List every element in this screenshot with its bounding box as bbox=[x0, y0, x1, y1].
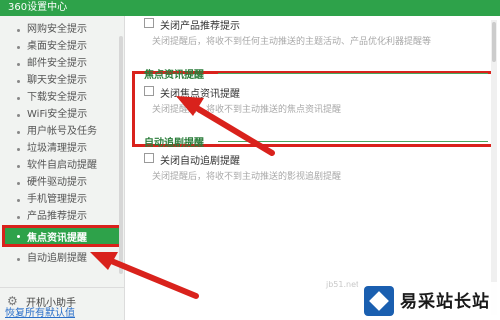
sidebar-item-label: 焦点资讯提醒 bbox=[27, 233, 87, 244]
sidebar-item-phone[interactable]: 手机管理提示 bbox=[0, 191, 124, 208]
restore-defaults-link[interactable]: 恢复所有默认值 bbox=[5, 304, 75, 319]
settings-panel: 关闭产品推荐提示 关闭提醒后，将收不到任何主动推送的主题活动、产品优化利器提醒等… bbox=[126, 16, 500, 320]
bullet-icon bbox=[17, 80, 20, 83]
bullet-icon bbox=[17, 216, 20, 219]
product-option-checkbox[interactable] bbox=[144, 18, 154, 28]
window-title: 360设置中心 bbox=[8, 2, 68, 13]
sidebar-item-label: 网购安全提示 bbox=[27, 24, 87, 35]
product-option-label: 关闭产品推荐提示 bbox=[160, 21, 240, 32]
sidebar-item-label: 下载安全提示 bbox=[27, 92, 87, 103]
sidebar-item-autostart[interactable]: 软件自启动提醒 bbox=[0, 157, 124, 174]
sidebar-item-wifi[interactable]: WiFi安全提示 bbox=[0, 106, 124, 123]
sidebar-item-label: 硬件驱动提示 bbox=[27, 177, 87, 188]
focus-section-divider bbox=[218, 73, 488, 74]
site-logo-icon bbox=[364, 286, 394, 316]
bullet-icon bbox=[17, 46, 20, 49]
focus-section-title: 焦点资讯提醒 bbox=[144, 70, 204, 81]
bullet-icon bbox=[17, 165, 20, 168]
drama-section-title: 自动追剧提醒 bbox=[144, 138, 204, 149]
focus-option-checkbox[interactable] bbox=[144, 86, 154, 96]
title-bar: 360设置中心 bbox=[0, 0, 500, 16]
sidebar-item-download[interactable]: 下载安全提示 bbox=[0, 89, 124, 106]
sidebar-item-label: 产品推荐提示 bbox=[27, 211, 87, 222]
drama-option-label: 关闭自动追剧提醒 bbox=[160, 156, 240, 167]
bullet-icon bbox=[17, 235, 20, 238]
watermark-text: 易采站长站 bbox=[400, 292, 490, 312]
sidebar-item-online-shopping[interactable]: 网购安全提示 bbox=[0, 21, 124, 38]
bullet-icon bbox=[17, 63, 20, 66]
bullet-icon bbox=[17, 131, 20, 134]
sidebar-item-product[interactable]: 产品推荐提示 bbox=[0, 208, 124, 225]
drama-section-divider bbox=[218, 141, 488, 142]
site-watermark: 易采站长站 bbox=[358, 282, 500, 320]
sidebar-scrollbar[interactable] bbox=[119, 36, 123, 274]
sidebar-item-label: 用户帐号及任务 bbox=[27, 126, 97, 137]
sidebar-item-label: 软件自启动提醒 bbox=[27, 160, 97, 171]
sidebar-item-label: 聊天安全提示 bbox=[27, 75, 87, 86]
sidebar-item-drama[interactable]: 自动追剧提醒 bbox=[0, 250, 124, 267]
bullet-icon bbox=[17, 182, 20, 185]
sidebar-item-mail[interactable]: 邮件安全提示 bbox=[0, 55, 124, 72]
sidebar-item-account[interactable]: 用户帐号及任务 bbox=[0, 123, 124, 140]
focus-option-desc: 关闭提醒后，将收不到主动推送的焦点资讯提醒 bbox=[152, 105, 342, 115]
sidebar: 网购安全提示 桌面安全提示 邮件安全提示 聊天安全提示 下载安全提示 WiFi安… bbox=[0, 16, 125, 320]
sidebar-item-label: 邮件安全提示 bbox=[27, 58, 87, 69]
content-scrollbar[interactable] bbox=[491, 20, 497, 315]
bullet-icon bbox=[17, 258, 20, 261]
sidebar-item-chat[interactable]: 聊天安全提示 bbox=[0, 72, 124, 89]
bullet-icon bbox=[17, 97, 20, 100]
scrollbar-thumb[interactable] bbox=[492, 22, 496, 62]
drama-option-desc: 关闭提醒后，将收不到主动推送的影视追剧提醒 bbox=[152, 172, 342, 182]
product-option-desc: 关闭提醒后，将收不到任何主动推送的主题活动、产品优化利器提醒等 bbox=[152, 37, 432, 47]
sidebar-item-label: 手机管理提示 bbox=[27, 194, 87, 205]
bullet-icon bbox=[17, 114, 20, 117]
sidebar-item-desktop[interactable]: 桌面安全提示 bbox=[0, 38, 124, 55]
bullet-icon bbox=[17, 29, 20, 32]
focus-option-label: 关闭焦点资讯提醒 bbox=[160, 89, 240, 100]
sidebar-item-label: WiFi安全提示 bbox=[27, 109, 88, 120]
sidebar-item-focus-news[interactable]: 焦点资讯提醒 bbox=[2, 225, 123, 247]
bullet-icon bbox=[17, 148, 20, 151]
sidebar-item-label: 垃圾清理提示 bbox=[27, 143, 87, 154]
sidebar-item-label: 桌面安全提示 bbox=[27, 41, 87, 52]
watermark-url: jb51.net bbox=[326, 280, 360, 289]
sidebar-item-cleanup[interactable]: 垃圾清理提示 bbox=[0, 140, 124, 157]
bullet-icon bbox=[17, 199, 20, 202]
sidebar-item-driver[interactable]: 硬件驱动提示 bbox=[0, 174, 124, 191]
drama-option-checkbox[interactable] bbox=[144, 153, 154, 163]
sidebar-item-label: 自动追剧提醒 bbox=[27, 253, 87, 264]
